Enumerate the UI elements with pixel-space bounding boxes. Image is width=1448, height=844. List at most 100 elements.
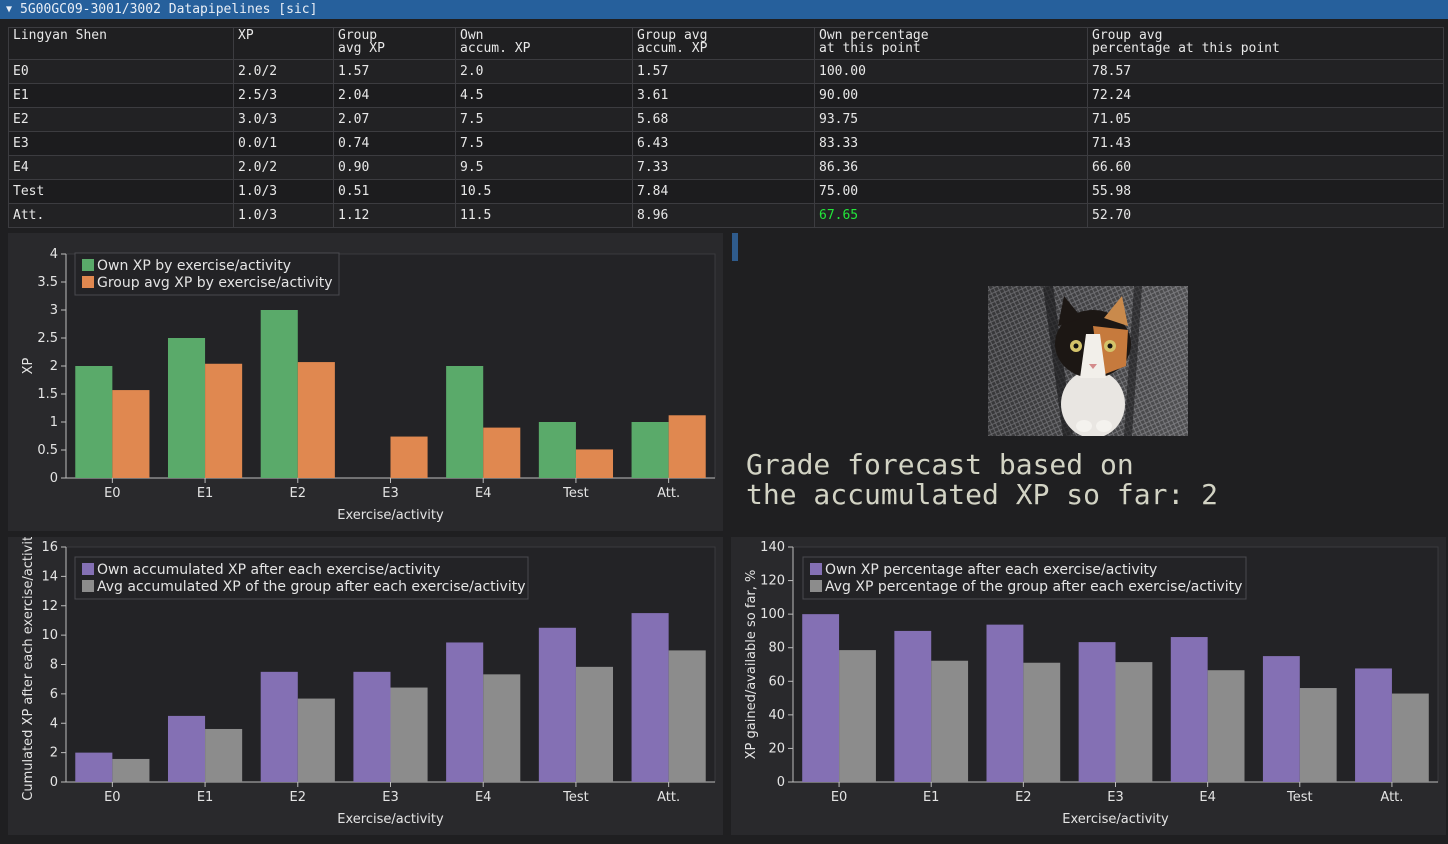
x-tick-label: E4: [475, 790, 492, 805]
table-cell: 8.96: [632, 203, 815, 228]
header-text: percentage at this point: [1092, 41, 1280, 56]
table-cell: 83.33: [814, 131, 1088, 156]
y-tick-label: 4: [50, 247, 58, 262]
table-cell: 90.00: [814, 83, 1088, 108]
bar-own-xp-percentage-after-each-exercise-ac: [1355, 668, 1392, 782]
y-tick-label: 120: [760, 574, 785, 589]
table-header-row: Lingyan Shen XP Group avg XP Own accum. XP Gro…: [8, 27, 1444, 60]
bar-avg-accumulated-xp-of-the-group-after-ea: [483, 674, 521, 782]
collapse-arrow-icon[interactable]: ▼: [6, 4, 12, 15]
kitten-photo: [988, 285, 1188, 438]
table-cell: 1.0/3: [233, 179, 334, 204]
table-cell: 7.5: [455, 131, 633, 156]
xp-table-container: Lingyan Shen XP Group avg XP Own accum. XP Gro…: [8, 27, 1444, 228]
bar-own-xp-by-exercise-activity: [260, 310, 298, 478]
table-cell: 0.74: [333, 131, 456, 156]
y-tick-label: 1.5: [37, 387, 58, 402]
y-axis-label: XP gained/available so far, %: [744, 570, 759, 760]
legend-label: Avg accumulated XP of the group after ea…: [97, 579, 526, 595]
y-tick-label: 2.5: [37, 331, 58, 346]
table-cell: 2.5/3: [233, 83, 334, 108]
bar-own-xp-by-exercise-activity: [538, 422, 576, 478]
y-tick-label: 14: [41, 569, 58, 584]
x-tick-label: E3: [382, 486, 399, 501]
table-row: Test 1.0/3 0.51 10.5 7.84 75.00 55.98: [8, 179, 1444, 204]
table-cell: 93.75: [814, 107, 1088, 132]
table-header-5[interactable]: Own percentage at this point: [814, 27, 1088, 60]
header-text: avg XP: [338, 41, 385, 56]
bar-avg-accumulated-xp-of-the-group-after-ea: [575, 666, 614, 782]
table-cell: 55.98: [1087, 179, 1444, 204]
x-tick-label: Att.: [1380, 790, 1403, 805]
header-text: XP: [238, 28, 254, 43]
y-tick-label: 80: [768, 641, 785, 656]
legend-label: Own XP by exercise/activity: [97, 258, 291, 274]
table-row: E0 2.0/2 1.57 2.0 1.57 100.00 78.57: [8, 59, 1444, 84]
legend-label: Own accumulated XP after each exercise/a…: [97, 562, 440, 578]
table-cell: 1.0/3: [233, 203, 334, 228]
table-cell: 71.05: [1087, 107, 1444, 132]
bar-own-xp-percentage-after-each-exercise-ac: [986, 624, 1024, 782]
x-tick-label: E0: [831, 790, 848, 805]
table-cell: 3.0/3: [233, 107, 334, 132]
xp-percentage-panel: 0 20 40 60 80 100 120 140 E0 E1 E2 E3 E4 Test Att. Exer…: [731, 537, 1446, 835]
xp-by-activity-panel: 0 0.5 1 1.5 2 2.5 3 3.5 4 E0 E1 E2 E3 E4 Test Att. Exerc…: [8, 233, 723, 531]
table-cell: 2.07: [333, 107, 456, 132]
panel-scroll-indicator[interactable]: [732, 233, 738, 261]
table-cell: 11.5: [455, 203, 633, 228]
accumulated-xp-chart: 0 2 4 6 8 10 12 14 16 E0 E1 E2 E3 E4 Test Att. Exercise/…: [21, 537, 716, 827]
x-tick-label: Test: [1286, 790, 1313, 805]
y-tick-label: 0: [50, 471, 58, 486]
bar-own-xp-by-exercise-activity: [75, 366, 113, 478]
table-header-2[interactable]: Group avg XP: [333, 27, 456, 60]
bar-own-xp-percentage-after-each-exercise-ac: [1262, 656, 1300, 782]
legend-swatch: [810, 580, 822, 592]
legend-swatch: [82, 563, 94, 575]
accumulated-xp-panel: 0 2 4 6 8 10 12 14 16 E0 E1 E2 E3 E4 Test Att. Exercise/…: [8, 537, 723, 835]
bar-group-avg-xp-by-exercise-activity: [297, 362, 335, 478]
bar-group-avg-xp-by-exercise-activity: [390, 436, 428, 478]
bar-avg-xp-percentage-of-the-group-after-eac: [931, 660, 969, 782]
bar-own-accumulated-xp-after-each-exercise-a: [167, 715, 206, 782]
window-titlebar[interactable]: ▼ 5G00GC09-3001/3002 Datapipelines [sic]: [0, 0, 1448, 19]
bar-avg-xp-percentage-of-the-group-after-eac: [1299, 688, 1337, 782]
table-row: E4 2.0/2 0.90 9.5 7.33 86.36 66.60: [8, 155, 1444, 180]
x-tick-label: E4: [475, 486, 492, 501]
x-tick-label: E1: [923, 790, 940, 805]
bar-avg-accumulated-xp-of-the-group-after-ea: [390, 687, 428, 782]
y-axis-label: XP: [21, 357, 36, 374]
table-header-4[interactable]: Group avg accum. XP: [632, 27, 815, 60]
table-cell: E4: [8, 155, 234, 180]
table-header-6[interactable]: Group avg percentage at this point: [1087, 27, 1444, 60]
table-cell: 3.61: [632, 83, 815, 108]
legend-swatch: [810, 563, 822, 575]
table-header-3[interactable]: Own accum. XP: [455, 27, 633, 60]
bar-own-accumulated-xp-after-each-exercise-a: [75, 752, 113, 782]
table-cell: 78.57: [1087, 59, 1444, 84]
table-header-0[interactable]: Lingyan Shen: [8, 27, 234, 60]
bar-own-xp-percentage-after-each-exercise-ac: [894, 630, 932, 782]
table-cell: 86.36: [814, 155, 1088, 180]
table-cell: 2.0: [455, 59, 633, 84]
bar-own-accumulated-xp-after-each-exercise-a: [353, 671, 391, 782]
table-cell: E2: [8, 107, 234, 132]
bar-avg-xp-percentage-of-the-group-after-eac: [839, 650, 876, 782]
bar-group-avg-xp-by-exercise-activity: [575, 449, 614, 478]
x-axis-label: Exercise/activity: [337, 508, 444, 523]
y-tick-label: 0: [50, 775, 58, 790]
table-header-1[interactable]: XP: [233, 27, 334, 60]
table-cell: 71.43: [1087, 131, 1444, 156]
bar-own-xp-percentage-after-each-exercise-ac: [1170, 637, 1208, 782]
y-tick-label: 8: [50, 658, 58, 673]
bar-own-accumulated-xp-after-each-exercise-a: [631, 613, 669, 782]
table-cell: 10.5: [455, 179, 633, 204]
grade-forecast-text: Grade forecast based on the accumulated …: [746, 448, 1219, 511]
table-cell: 66.60: [1087, 155, 1444, 180]
table-cell: 7.33: [632, 155, 815, 180]
bar-own-accumulated-xp-after-each-exercise-a: [260, 671, 298, 782]
y-tick-label: 100: [760, 607, 785, 622]
x-tick-label: E0: [104, 790, 121, 805]
table-cell: 2.04: [333, 83, 456, 108]
table-row: E2 3.0/3 2.07 7.5 5.68 93.75 71.05: [8, 107, 1444, 132]
y-tick-label: 6: [50, 687, 58, 702]
